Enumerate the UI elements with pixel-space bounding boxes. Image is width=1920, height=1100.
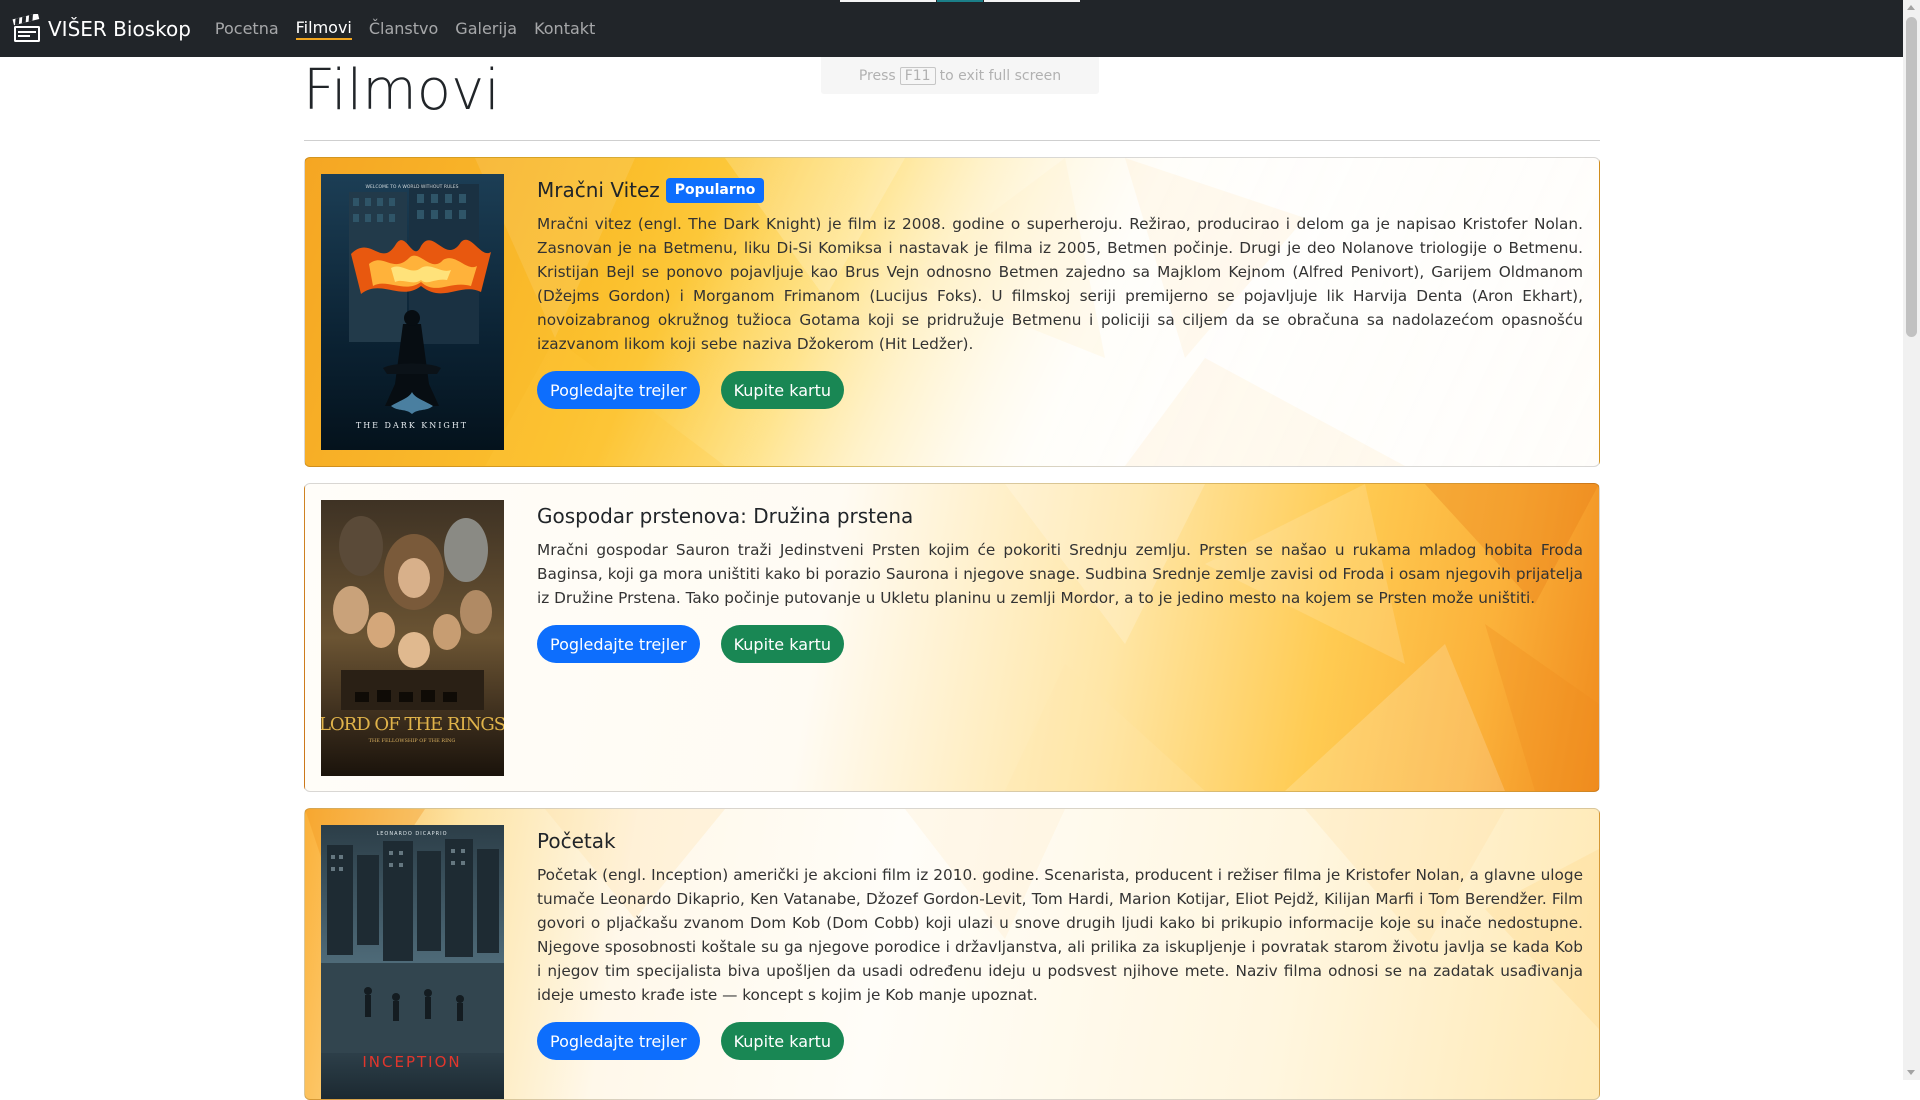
- dark-knight-poster-image: WELCOME TO A WORLD WITHOUT RULES THE DAR…: [321, 174, 504, 450]
- toast-suffix: to exit full screen: [939, 67, 1062, 84]
- scroll-down-icon[interactable]: [1907, 1070, 1915, 1075]
- title-divider: [304, 140, 1600, 141]
- movie-description: Početak (engl. Inception) američki je ak…: [537, 866, 1583, 1004]
- scrollbar-thumb[interactable]: [1906, 17, 1917, 337]
- movie-title: Gospodar prstenova: Družina prstena: [537, 500, 1583, 532]
- card-body: Početak Početak (engl. Inception) američ…: [537, 825, 1583, 1060]
- poster-title-text: INCEPTION: [362, 1053, 461, 1071]
- inception-poster-image: LEONARDO DICAPRIO INCEPTION: [321, 825, 504, 1099]
- movie-description: Mračni gospodar Sauron traži Jedinstveni…: [537, 541, 1583, 607]
- card-body: Mračni Vitez Popularno Mračni vitez (eng…: [537, 174, 1583, 409]
- watch-trailer-button[interactable]: Pogledajte trejler: [537, 1022, 700, 1060]
- movie-description: Mračni vitez (engl. The Dark Knight) je …: [537, 215, 1583, 353]
- page-title: Filmovi: [303, 58, 500, 123]
- card-actions: Pogledajte trejler Kupite kartu: [537, 371, 1583, 409]
- nav-link-clanstvo[interactable]: Članstvo: [369, 19, 438, 39]
- buy-ticket-button[interactable]: Kupite kartu: [720, 371, 844, 409]
- buy-ticket-button[interactable]: Kupite kartu: [720, 625, 844, 663]
- movie-card-inception: LEONARDO DICAPRIO INCEPTION Početak Poče…: [304, 808, 1600, 1100]
- movie-title: Početak: [537, 825, 1583, 857]
- movie-card-dark-knight: WELCOME TO A WORLD WITHOUT RULES THE DAR…: [304, 157, 1600, 467]
- poster-tagline: WELCOME TO A WORLD WITHOUT RULES: [366, 184, 459, 190]
- poster-title-text: LORD OF THE RINGS: [321, 714, 504, 735]
- scroll-up-icon[interactable]: [1907, 5, 1915, 10]
- toast-prefix: Press: [858, 67, 896, 84]
- page-scrollbar[interactable]: [1903, 0, 1920, 1080]
- nav-link-pocetna[interactable]: Pocetna: [215, 19, 279, 39]
- movie-title-text: Početak: [537, 829, 616, 853]
- watch-trailer-button[interactable]: Pogledajte trejler: [537, 625, 700, 663]
- popular-badge: Popularno: [665, 177, 765, 203]
- nav-link-filmovi[interactable]: Filmovi: [295, 18, 352, 40]
- watch-trailer-button[interactable]: Pogledajte trejler: [537, 371, 700, 409]
- movie-title-text: Mračni Vitez: [537, 178, 660, 202]
- top-tab-indicator: [840, 0, 936, 2]
- card-actions: Pogledajte trejler Kupite kartu: [537, 625, 1583, 663]
- poster-subtitle-text: THE FELLOWSHIP OF THE RING: [369, 738, 456, 744]
- buy-ticket-button[interactable]: Kupite kartu: [720, 1022, 844, 1060]
- poster-actor-text: LEONARDO DICAPRIO: [376, 831, 447, 837]
- card-actions: Pogledajte trejler Kupite kartu: [537, 1022, 1583, 1060]
- top-tab-indicator-active: [937, 0, 983, 2]
- nav-link-kontakt: Kontakt: [534, 18, 596, 38]
- poster-dark-knight: WELCOME TO A WORLD WITHOUT RULES THE DAR…: [321, 174, 504, 450]
- fullscreen-toast: Press F11 to exit full screen: [821, 57, 1099, 94]
- poster-title-text: THE DARK KNIGHT: [356, 421, 468, 430]
- card-body: Gospodar prstenova: Družina prstena Mrač…: [537, 500, 1583, 663]
- navbar: VIŠER Bioskop Pocetna Filmovi Članstvo G…: [0, 0, 1903, 57]
- nav-link-galerija[interactable]: Galerija: [455, 19, 517, 39]
- lotr-poster-image: LORD OF THE RINGS THE FELLOWSHIP OF THE …: [321, 500, 504, 776]
- clapperboard-icon: [12, 13, 40, 42]
- movie-title-text: Gospodar prstenova: Družina prstena: [537, 504, 914, 528]
- nav-links: Pocetna Filmovi Članstvo Galerija Kontak…: [215, 18, 612, 40]
- poster-lord-of-the-rings: LORD OF THE RINGS THE FELLOWSHIP OF THE …: [321, 500, 504, 776]
- top-tab-indicator: [984, 0, 1080, 2]
- movie-card-lord-of-the-rings: LORD OF THE RINGS THE FELLOWSHIP OF THE …: [304, 483, 1600, 792]
- movie-title: Mračni Vitez Popularno: [537, 174, 1583, 206]
- brand-link[interactable]: VIŠER Bioskop: [12, 13, 191, 44]
- poster-inception: LEONARDO DICAPRIO INCEPTION: [321, 825, 504, 1099]
- brand-name: VIŠER Bioskop: [48, 16, 191, 41]
- toast-key: F11: [899, 66, 936, 85]
